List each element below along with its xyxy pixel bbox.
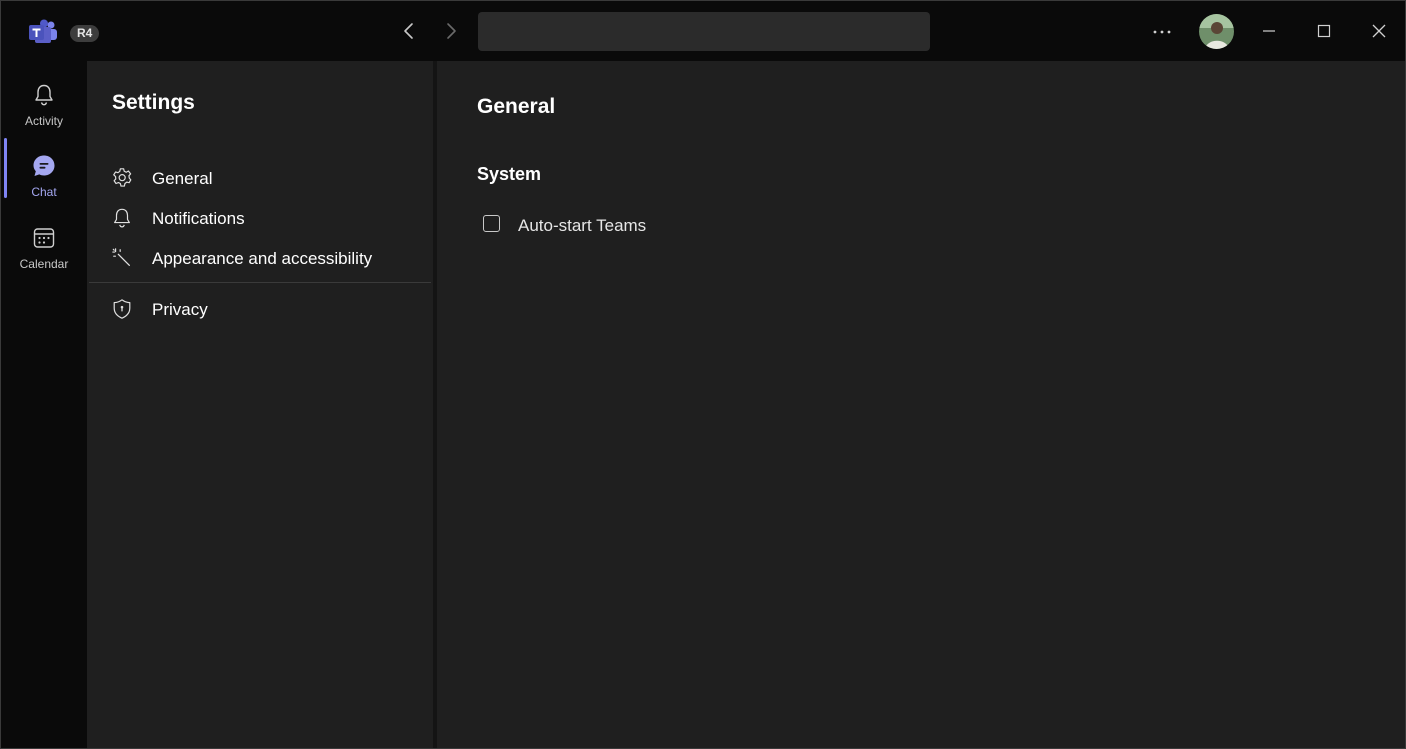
app-rail: Activity Chat Calendar (1, 61, 87, 748)
settings-item-label: Appearance and accessibility (152, 249, 373, 268)
main-content: General System Auto-start Teams (437, 61, 1405, 748)
menu-divider (89, 282, 431, 283)
settings-item-label: General (152, 169, 213, 188)
close-icon[interactable] (1369, 21, 1389, 41)
minimize-icon[interactable] (1259, 21, 1279, 41)
avatar[interactable] (1199, 14, 1234, 49)
page-title: General (477, 95, 556, 118)
back-arrow-icon[interactable] (399, 21, 419, 41)
build-badge: R4 (70, 25, 100, 42)
section-title-system: System (477, 164, 542, 184)
rail-item-chat[interactable]: Chat (1, 140, 87, 204)
maximize-icon[interactable] (1314, 21, 1334, 41)
rail-item-calendar[interactable]: Calendar (1, 212, 87, 276)
teams-logo-icon (29, 19, 57, 43)
teams-window: R4 Activity Chat Calendar Settings Gener… (0, 0, 1406, 749)
more-options-icon[interactable] (1149, 21, 1175, 41)
gear-icon (113, 168, 132, 187)
magic-wand-icon (112, 248, 130, 266)
rail-item-activity[interactable]: Activity (1, 69, 87, 133)
settings-item-label: Notifications (152, 209, 245, 228)
auto-start-checkbox[interactable] (483, 215, 500, 232)
settings-item-label: Privacy (152, 300, 208, 319)
settings-item-privacy[interactable]: Privacy (89, 291, 429, 327)
chat-icon (33, 155, 55, 176)
title-bar: R4 (1, 1, 1405, 61)
shield-icon (113, 299, 131, 319)
settings-item-general[interactable]: General (89, 160, 429, 196)
settings-item-notifications[interactable]: Notifications (89, 200, 429, 236)
settings-pane: Settings General Notifications Appearanc… (87, 61, 433, 748)
auto-start-label[interactable]: Auto-start Teams (518, 216, 646, 236)
forward-arrow-icon[interactable] (441, 21, 461, 41)
bell-icon (114, 208, 130, 228)
settings-title: Settings (112, 91, 195, 114)
search-input[interactable] (478, 12, 930, 51)
bell-icon (35, 84, 53, 106)
settings-item-appearance[interactable]: Appearance and accessibility (89, 240, 429, 276)
rail-item-label: Chat (31, 185, 57, 199)
avatar-photo-icon (1199, 14, 1234, 49)
calendar-icon (33, 228, 55, 248)
rail-item-label: Calendar (19, 257, 69, 271)
rail-item-label: Activity (24, 114, 63, 128)
